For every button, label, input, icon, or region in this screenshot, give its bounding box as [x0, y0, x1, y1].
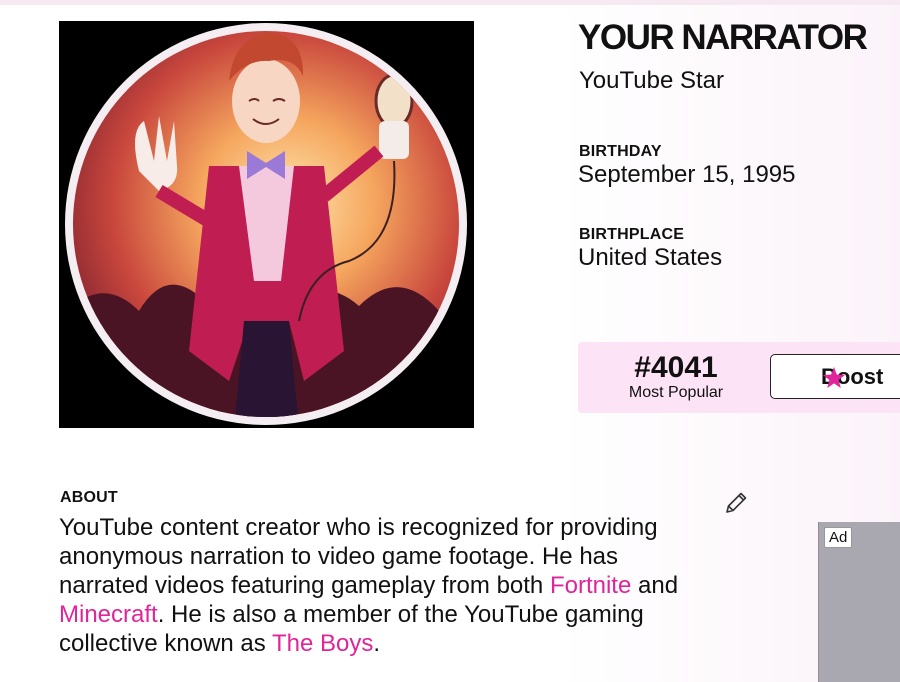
about-text-part: and	[631, 572, 679, 599]
minecraft-link[interactable]: Minecraft	[59, 601, 158, 628]
about-label: ABOUT	[60, 489, 118, 506]
pencil-icon[interactable]	[723, 489, 750, 516]
rank-caption: Most Popular	[628, 384, 724, 401]
profile-profession[interactable]: YouTube Star	[579, 67, 724, 95]
birthplace-label: BIRTHPLACE	[579, 226, 685, 243]
about-text-part: .	[373, 630, 381, 657]
portrait-illustration	[59, 21, 474, 428]
birthday-value[interactable]: September 15, 1995	[578, 161, 796, 189]
birthplace-value[interactable]: United States	[578, 244, 722, 272]
profile-name: YOUR NARRATOR	[578, 18, 868, 57]
ad-badge: Ad	[824, 527, 853, 548]
top-border	[0, 0, 900, 5]
star-icon	[823, 367, 845, 388]
birthday-label: BIRTHDAY	[579, 143, 662, 160]
fortnite-link[interactable]: Fortnite	[550, 572, 631, 599]
about-text: YouTube content creator who is recognize…	[59, 513, 709, 658]
profile-portrait	[59, 21, 474, 428]
popularity-rank[interactable]: #4041 Most Popular	[578, 352, 774, 402]
the-boys-link[interactable]: The Boys	[272, 630, 373, 657]
rank-number: #4041	[634, 351, 718, 384]
